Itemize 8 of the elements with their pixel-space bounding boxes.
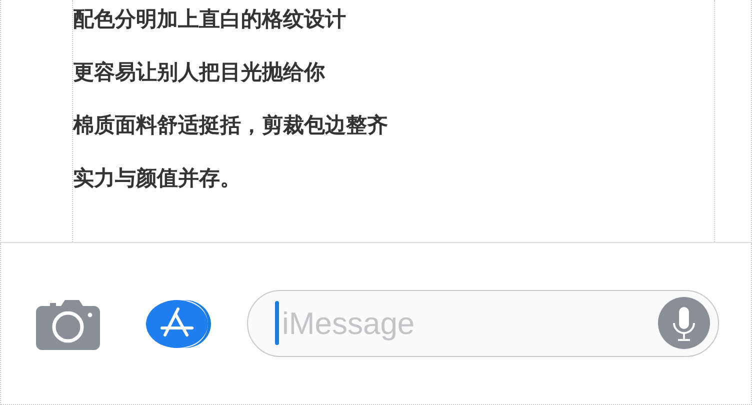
- article-text: 配色分明加上直白的格纹设计: [73, 6, 347, 32]
- app-store-icon[interactable]: [144, 298, 212, 348]
- article-text: 棉质面料舒适挺括，剪裁包边整齐: [73, 112, 389, 138]
- article-text: 实力与颜值并存。: [73, 165, 242, 191]
- article-text: 更容易让别人把目光抛给你: [73, 59, 326, 85]
- text-cursor: [275, 301, 279, 345]
- camera-icon[interactable]: [36, 298, 100, 350]
- microphone-icon[interactable]: [658, 297, 710, 349]
